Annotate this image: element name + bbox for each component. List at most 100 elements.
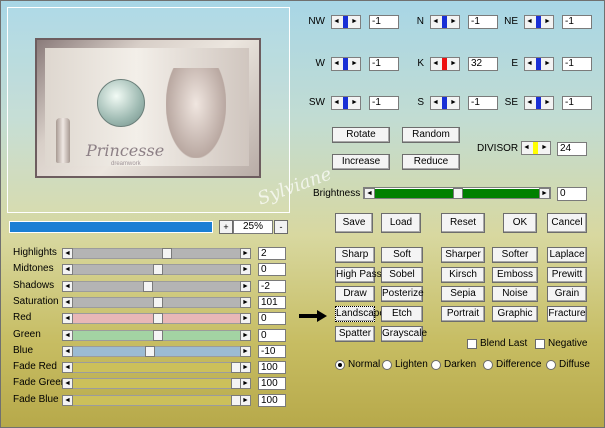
slider-value[interactable]: -10 xyxy=(258,344,286,358)
kernel-input-sw[interactable]: -1 xyxy=(369,96,399,110)
preset-emboss-button[interactable]: Emboss xyxy=(492,266,538,283)
chevron-right-icon[interactable]: ► xyxy=(240,313,251,325)
chevron-left-icon[interactable]: ◄ xyxy=(62,280,73,292)
chevron-right-icon[interactable]: ► xyxy=(240,394,251,406)
increase-button[interactable]: Increase xyxy=(332,154,390,170)
slider-value[interactable]: 0 xyxy=(258,312,286,326)
slider-value[interactable]: 0 xyxy=(258,263,286,277)
kernel-input-e[interactable]: -1 xyxy=(562,57,592,71)
slider-value[interactable]: 2 xyxy=(258,247,286,260)
chevron-right-icon[interactable]: ► xyxy=(449,16,458,28)
brightness-slider[interactable]: ◄ ► xyxy=(363,187,551,199)
preset-sepia-button[interactable]: Sepia xyxy=(441,286,485,303)
chevron-left-icon[interactable]: ◄ xyxy=(332,16,341,28)
chevron-right-icon[interactable]: ► xyxy=(449,97,458,109)
chevron-right-icon[interactable]: ► xyxy=(240,280,251,292)
preset-portrait-button[interactable]: Portrait xyxy=(441,306,485,323)
save-button[interactable]: Save xyxy=(335,213,373,233)
slider-thumb[interactable] xyxy=(231,394,241,406)
chevron-right-icon[interactable]: ► xyxy=(543,58,552,70)
slider-value[interactable]: 100 xyxy=(258,393,286,407)
chevron-right-icon[interactable]: ► xyxy=(350,16,359,28)
cancel-button[interactable]: Cancel xyxy=(547,213,587,233)
slider-thumb[interactable] xyxy=(143,280,154,292)
preset-grain-button[interactable]: Grain xyxy=(547,286,587,303)
mode-normal-radio[interactable] xyxy=(335,360,345,370)
chevron-right-icon[interactable]: ► xyxy=(240,345,251,357)
slider-value[interactable]: -2 xyxy=(258,279,286,293)
preset-soft-button[interactable]: Soft xyxy=(381,247,423,263)
preset-kirsch-button[interactable]: Kirsch xyxy=(441,266,485,283)
kernel-input-s[interactable]: -1 xyxy=(468,96,498,110)
kernel-spinner-k[interactable]: ◄ ► xyxy=(430,57,460,71)
mode-darken-radio[interactable] xyxy=(431,360,441,370)
slider-midtones[interactable]: ◄ ► xyxy=(62,264,251,276)
chevron-right-icon[interactable]: ► xyxy=(350,97,359,109)
chevron-left-icon[interactable]: ◄ xyxy=(62,264,73,276)
chevron-left-icon[interactable]: ◄ xyxy=(62,296,73,308)
chevron-right-icon[interactable]: ► xyxy=(240,296,251,308)
brightness-thumb[interactable] xyxy=(453,188,463,199)
slider-thumb[interactable] xyxy=(152,264,163,276)
chevron-right-icon[interactable]: ► xyxy=(240,248,251,259)
chevron-left-icon[interactable]: ◄ xyxy=(62,329,73,341)
chevron-left-icon[interactable]: ◄ xyxy=(332,58,341,70)
preset-spatter-button[interactable]: Spatter xyxy=(335,325,375,342)
slider-fade-blue[interactable]: ◄ ► xyxy=(62,394,251,406)
chevron-left-icon[interactable]: ◄ xyxy=(525,58,534,70)
slider-thumb[interactable] xyxy=(231,378,241,390)
zoom-in-button[interactable]: + xyxy=(219,220,233,234)
kernel-spinner-n[interactable]: ◄ ► xyxy=(430,15,460,29)
chevron-left-icon[interactable]: ◄ xyxy=(525,97,534,109)
preset-grayscale-button[interactable]: Grayscale xyxy=(381,325,427,342)
kernel-input-k[interactable]: 32 xyxy=(468,57,498,71)
chevron-left-icon[interactable]: ◄ xyxy=(62,345,73,357)
slider-highlights[interactable]: ◄ ► xyxy=(62,248,251,259)
chevron-left-icon[interactable]: ◄ xyxy=(431,97,440,109)
chevron-right-icon[interactable]: ► xyxy=(539,188,550,199)
rotate-button[interactable]: Rotate xyxy=(332,127,390,143)
chevron-right-icon[interactable]: ► xyxy=(449,58,458,70)
mode-difference-radio[interactable] xyxy=(483,360,493,370)
kernel-spinner-se[interactable]: ◄ ► xyxy=(524,96,554,110)
chevron-left-icon[interactable]: ◄ xyxy=(364,188,375,199)
kernel-spinner-sw[interactable]: ◄ ► xyxy=(331,96,361,110)
divisor-spinner[interactable]: ◄ ► xyxy=(521,141,551,155)
kernel-input-w[interactable]: -1 xyxy=(369,57,399,71)
slider-shadows[interactable]: ◄ ► xyxy=(62,280,251,292)
slider-fade-green[interactable]: ◄ ► xyxy=(62,378,251,390)
preset-fracture-button[interactable]: Fracture xyxy=(547,306,587,323)
preset-prewitt-button[interactable]: Prewitt xyxy=(547,266,587,283)
chevron-left-icon[interactable]: ◄ xyxy=(62,378,73,390)
chevron-left-icon[interactable]: ◄ xyxy=(62,394,73,406)
slider-thumb[interactable] xyxy=(161,248,172,259)
kernel-spinner-nw[interactable]: ◄ ► xyxy=(331,15,361,29)
chevron-left-icon[interactable]: ◄ xyxy=(62,362,73,374)
kernel-input-n[interactable]: -1 xyxy=(468,15,498,29)
divisor-input[interactable]: 24 xyxy=(557,142,587,156)
slider-thumb[interactable] xyxy=(152,313,163,325)
blend-last-checkbox[interactable] xyxy=(467,339,477,349)
random-button[interactable]: Random xyxy=(402,127,460,143)
kernel-spinner-ne[interactable]: ◄ ► xyxy=(524,15,554,29)
slider-value[interactable]: 100 xyxy=(258,377,286,391)
reset-button[interactable]: Reset xyxy=(441,213,485,233)
preset-sharp-button[interactable]: Sharp xyxy=(335,247,375,263)
slider-thumb[interactable] xyxy=(152,296,163,308)
chevron-right-icon[interactable]: ► xyxy=(240,264,251,276)
kernel-spinner-s[interactable]: ◄ ► xyxy=(430,96,460,110)
slider-blue[interactable]: ◄ ► xyxy=(62,345,251,357)
chevron-left-icon[interactable]: ◄ xyxy=(62,248,73,259)
slider-red[interactable]: ◄ ► xyxy=(62,313,251,325)
slider-value[interactable]: 0 xyxy=(258,328,286,342)
chevron-right-icon[interactable]: ► xyxy=(240,378,251,390)
kernel-spinner-w[interactable]: ◄ ► xyxy=(331,57,361,71)
chevron-left-icon[interactable]: ◄ xyxy=(431,58,440,70)
slider-fade-red[interactable]: ◄ ► xyxy=(62,362,251,374)
zoom-out-button[interactable]: - xyxy=(274,220,288,234)
reduce-button[interactable]: Reduce xyxy=(402,154,460,170)
slider-thumb[interactable] xyxy=(231,362,241,374)
brightness-input[interactable]: 0 xyxy=(557,187,587,201)
chevron-right-icon[interactable]: ► xyxy=(540,142,549,154)
preset-softer-button[interactable]: Softer xyxy=(492,247,538,263)
